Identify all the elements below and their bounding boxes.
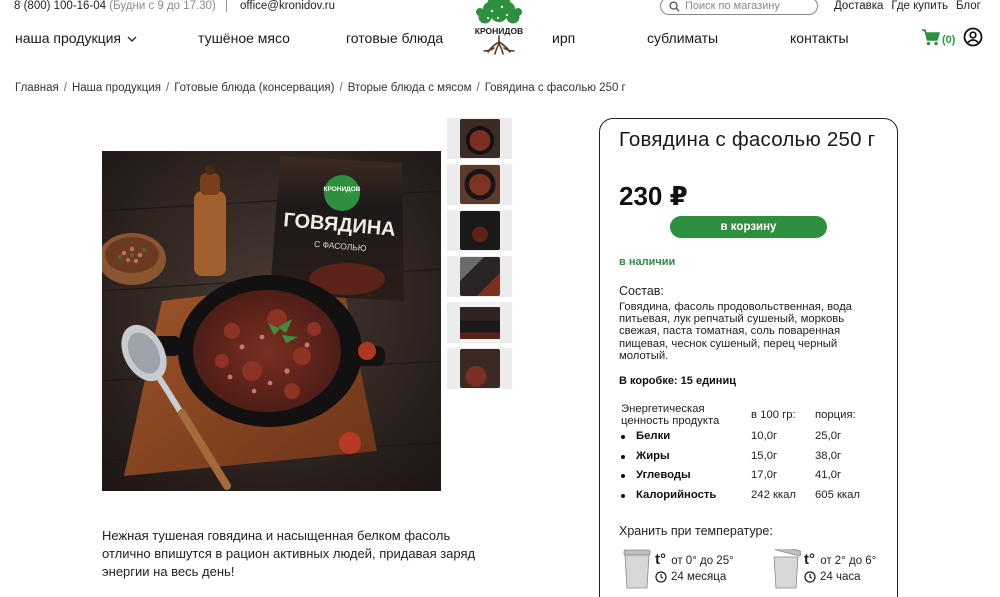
main-nav: наша продукция тушёное мясо готовые блюд…: [0, 30, 1000, 48]
chevron-down-icon: [127, 36, 137, 42]
top-links: Доставка Где купить Блог: [834, 0, 981, 12]
delivery-link[interactable]: Доставка: [834, 0, 883, 12]
nutrient-portion: 605 ккал: [815, 488, 860, 501]
search-box[interactable]: [660, 0, 818, 15]
breadcrumb-home[interactable]: Главная: [15, 82, 59, 94]
nutrient-per100: 15,0г: [751, 449, 778, 462]
thumbnail-image: [459, 165, 500, 204]
clock-icon: [804, 571, 816, 583]
thumbnail-image: [459, 211, 500, 250]
closed-jar-icon: [623, 549, 651, 589]
opened-duration: 24 часа: [804, 571, 861, 583]
storage-label: Хранить при температуре:: [619, 524, 773, 538]
nutrient-name: Белки: [636, 430, 671, 442]
where-to-buy-link[interactable]: Где купить: [891, 0, 948, 12]
thermometer-icon: t°: [655, 551, 666, 568]
nutrition-table: Энергетическая ценность продукта в 100 г…: [619, 403, 889, 509]
nutrient-portion: 38,0г: [815, 449, 842, 462]
working-hours: (Будни с 9 до 17.30): [109, 0, 216, 12]
nav-products[interactable]: наша продукция: [15, 30, 137, 46]
cart-icon: [922, 29, 940, 46]
composition-label: Состав:: [619, 284, 664, 298]
thumbnail-image: [459, 119, 500, 158]
nutrition-row: Калорийность 242 ккал 605 ккал: [619, 489, 889, 509]
thermometer-icon: t°: [804, 551, 815, 568]
thumbnail-list: [447, 118, 512, 394]
clock-icon: [655, 571, 667, 583]
breadcrumb: Главная / Наша продукция / Готовые блюда (ко…: [15, 82, 626, 94]
nutrition-header-per100: в 100 гр:: [751, 409, 796, 421]
opened-temperature: t° от 2° до 6°: [804, 551, 877, 568]
nutrition-row: Белки 10,0г 25,0г: [619, 430, 889, 450]
nutrient-name: Углеводы: [636, 469, 691, 481]
thumbnail-4[interactable]: [447, 256, 512, 297]
box-quantity: В коробке: 15 единиц: [619, 375, 736, 387]
phone-number[interactable]: 8 (800) 100-16-04 (Будни с 9 до 17.30): [14, 0, 216, 12]
nutrient-per100: 242 ккал: [751, 488, 796, 501]
product-description: Нежная тушеная говядина и насыщенная бел…: [102, 528, 476, 579]
nutrient-name: Калорийность: [636, 488, 717, 501]
stock-status: в наличии: [619, 256, 676, 268]
nutrient-per100: 17,0г: [751, 469, 778, 481]
add-to-cart-button[interactable]: в корзину: [670, 216, 827, 238]
user-account-icon[interactable]: [963, 27, 983, 47]
product-photo: КРОНИДОВ ГОВЯДИНА С ФАСОЛЬЮ: [102, 151, 441, 491]
nutrition-row: Углеводы 17,0г 41,0г: [619, 469, 889, 489]
cart-button[interactable]: (0): [921, 28, 955, 46]
product-title: Говядина с фасолью 250 г: [619, 128, 876, 151]
search-input[interactable]: [685, 0, 815, 12]
opened-jar-icon: [773, 549, 801, 589]
nav-irp[interactable]: ирп: [552, 30, 575, 46]
thumbnail-2[interactable]: [447, 164, 512, 205]
nav-ready-meals[interactable]: готовые блюда: [346, 30, 443, 46]
package-brand: КРОНИДОВ: [323, 186, 360, 193]
divider: [226, 0, 227, 12]
nav-contacts[interactable]: контакты: [790, 30, 849, 46]
nutrition-header-label: Энергетическая ценность продукта: [621, 403, 720, 427]
nutrient-portion: 41,0г: [815, 469, 842, 481]
breadcrumb-ready-meals[interactable]: Готовые блюда (консервация): [174, 82, 334, 94]
cart-count: (0): [942, 34, 956, 46]
breadcrumb-second-courses[interactable]: Вторые блюда с мясом: [348, 82, 472, 94]
search-icon: [669, 0, 680, 12]
breadcrumb-current: Говядина с фасолью 250 г: [484, 82, 626, 94]
thumbnail-3[interactable]: [447, 210, 512, 251]
nav-stewed-meat[interactable]: тушёное мясо: [198, 30, 290, 46]
composition-text: Говядина, фасоль продовольственная, вода…: [619, 301, 852, 362]
product-card: Говядина с фасолью 250 г 230 ₽ в корзину…: [599, 118, 898, 597]
closed-duration: 24 месяца: [655, 571, 726, 583]
nutrient-portion: 25,0г: [815, 430, 842, 442]
email-link[interactable]: office@kronidov.ru: [240, 0, 335, 12]
product-price: 230 ₽: [619, 181, 688, 211]
thumbnail-1[interactable]: [447, 118, 512, 159]
storage-closed: t° от 0° до 25° 24 месяца: [619, 546, 749, 591]
thumbnail-image: [459, 349, 500, 388]
breadcrumb-products[interactable]: Наша продукция: [72, 82, 161, 94]
thumbnail-image: [459, 303, 500, 342]
nutrient-per100: 10,0г: [751, 430, 778, 442]
nutrition-header-portion: порция:: [815, 409, 856, 421]
blog-link[interactable]: Блог: [956, 0, 981, 12]
closed-temperature: t° от 0° до 25°: [655, 551, 734, 568]
product-main-image[interactable]: КРОНИДОВ ГОВЯДИНА С ФАСОЛЬЮ: [102, 151, 441, 491]
thumbnail-5[interactable]: [447, 302, 512, 343]
nutrient-name: Жиры: [636, 449, 670, 462]
nutrition-row: Жиры 15,0г 38,0г: [619, 450, 889, 470]
thumbnail-6[interactable]: [447, 348, 512, 389]
thumbnail-image: [459, 257, 500, 296]
storage-opened: t° от 2° до 6° 24 часа: [768, 546, 898, 591]
nav-sublimates[interactable]: сублиматы: [647, 30, 718, 46]
nutrition-header: Энергетическая ценность продукта в 100 г…: [619, 403, 889, 430]
